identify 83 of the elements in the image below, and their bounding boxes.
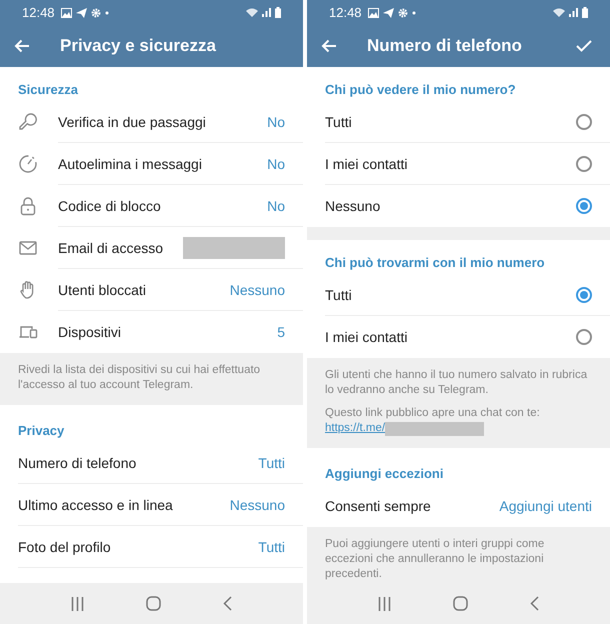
info-text: Puoi aggiungere utenti o interi gruppi come eccezioni che annulleranno le impostazioni precedenti. bbox=[325, 537, 546, 582]
settings-row[interactable]: Autoelimina i messaggi No bbox=[0, 143, 303, 185]
row-value: Tutti bbox=[258, 538, 285, 554]
row-value: 5 bbox=[277, 324, 285, 340]
dot-icon bbox=[104, 10, 109, 14]
info-text: Rivedi la lista dei dispositivi su cui hai effettuato l'accesso al tuo account Telegram. bbox=[18, 363, 262, 393]
option-label: Tutti bbox=[325, 286, 352, 302]
row-label: Ultimo accesso e in linea bbox=[18, 496, 173, 512]
radio-option[interactable]: Tutti bbox=[307, 101, 610, 143]
radio-button[interactable] bbox=[576, 156, 592, 172]
radio-button[interactable] bbox=[576, 286, 592, 302]
option-label: Tutti bbox=[325, 114, 352, 130]
row-label: Consenti sempre bbox=[325, 498, 431, 514]
radio-option[interactable]: I miei contatti bbox=[307, 316, 610, 358]
status-time: 12:48 bbox=[329, 5, 362, 20]
radio-button[interactable] bbox=[576, 329, 592, 345]
battery-icon bbox=[275, 7, 281, 18]
back-arrow-icon bbox=[14, 39, 30, 53]
home-icon[interactable] bbox=[146, 596, 161, 611]
row-label: Numero di telefono bbox=[18, 454, 136, 470]
wifi-icon bbox=[246, 8, 258, 17]
row-value: No bbox=[267, 156, 285, 172]
settings-row[interactable]: Dispositivi 5 bbox=[0, 311, 303, 353]
settings-row[interactable]: Verifica in due passaggi No bbox=[0, 101, 303, 143]
paper-plane-icon bbox=[76, 8, 87, 18]
screen-title: Privacy e sicurezza bbox=[60, 36, 216, 56]
row-value: Nessuno bbox=[230, 282, 285, 298]
recents-icon[interactable] bbox=[378, 596, 391, 610]
section-header: Chi può vedere il mio numero? bbox=[325, 82, 516, 97]
key-icon bbox=[18, 112, 38, 132]
row-label: Verifica in due passaggi bbox=[58, 114, 206, 130]
section-header: Chi può trovarmi con il mio numero bbox=[325, 255, 545, 270]
settings-row[interactable]: Foto del profilo Tutti bbox=[0, 526, 303, 568]
settings-row[interactable]: Utenti bloccati Nessuno bbox=[0, 269, 303, 311]
section-header: Privacy bbox=[18, 423, 64, 438]
row-label: Codice di blocco bbox=[58, 198, 161, 214]
section-header: Aggiungi eccezioni bbox=[325, 466, 444, 481]
settings-row[interactable]: Consenti sempre Aggiungi utenti bbox=[307, 485, 610, 527]
radio-button[interactable] bbox=[576, 114, 592, 130]
checkmark-icon bbox=[576, 40, 592, 52]
row-label: Foto del profilo bbox=[18, 538, 111, 554]
settings-row[interactable]: Codice di blocco No bbox=[0, 185, 303, 227]
info-text: Gli utenti che hanno il tuo numero salvato in rubrica lo vedranno anche su Telegram. bbox=[325, 368, 588, 398]
info-text: Questo link pubblico apre una chat con te: bbox=[325, 406, 541, 421]
dot-icon bbox=[412, 10, 416, 14]
settings-row[interactable]: Numero di telefono Tutti bbox=[0, 442, 303, 484]
row-label: Utenti bloccati bbox=[58, 282, 146, 298]
row-value: Nessuno bbox=[230, 496, 285, 512]
row-value: Aggiungi utenti bbox=[499, 498, 592, 514]
row-value: No bbox=[267, 114, 285, 130]
settings-row[interactable]: Email di accesso bbox=[0, 227, 303, 269]
row-value: Tutti bbox=[258, 454, 285, 470]
row-value: No bbox=[267, 198, 285, 214]
home-icon[interactable] bbox=[453, 596, 468, 611]
radio-button[interactable] bbox=[576, 198, 592, 214]
option-label: I miei contatti bbox=[325, 329, 408, 345]
wifi-icon bbox=[553, 8, 565, 17]
settings-row[interactable]: Ultimo accesso e in linea Nessuno bbox=[0, 484, 303, 526]
signal-icon bbox=[569, 8, 578, 17]
signal-icon bbox=[262, 8, 271, 17]
status-time: 12:48 bbox=[22, 5, 55, 20]
back-arrow-icon bbox=[321, 39, 337, 53]
row-label: Autoelimina i messaggi bbox=[58, 156, 202, 172]
row-label: Email di accesso bbox=[58, 240, 164, 256]
radio-option[interactable]: Tutti bbox=[307, 274, 610, 316]
paper-plane-icon bbox=[382, 8, 394, 18]
radio-option[interactable]: Nessuno bbox=[307, 185, 610, 227]
screen-title: Numero di telefono bbox=[367, 36, 522, 56]
radio-option[interactable]: I miei contatti bbox=[307, 143, 610, 185]
settings-icon bbox=[90, 8, 101, 18]
recents-icon[interactable] bbox=[71, 596, 84, 610]
gallery-icon bbox=[368, 8, 379, 18]
back-icon[interactable] bbox=[223, 596, 232, 611]
option-label: Nessuno bbox=[325, 198, 380, 214]
back-icon[interactable] bbox=[530, 596, 539, 611]
option-label: I miei contatti bbox=[325, 156, 408, 172]
section-header: Sicurezza bbox=[18, 82, 78, 97]
timer-icon bbox=[18, 154, 38, 174]
row-label: Dispositivi bbox=[58, 324, 122, 340]
lock-icon bbox=[18, 196, 38, 216]
gallery-icon bbox=[60, 8, 72, 18]
battery-icon bbox=[582, 7, 588, 18]
settings-icon bbox=[398, 8, 408, 18]
